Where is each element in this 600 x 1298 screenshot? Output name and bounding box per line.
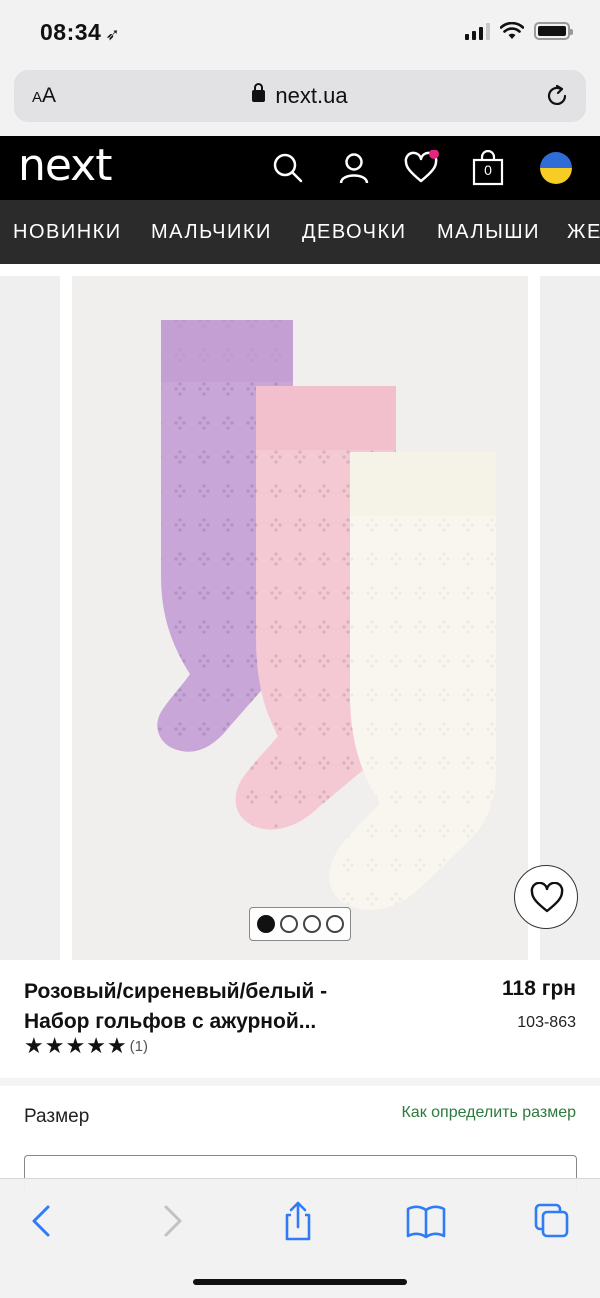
status-icons [465,22,573,40]
nav-item-women[interactable]: ЖЕ [567,221,600,244]
socks-photo [157,320,496,910]
previous-slide-peek[interactable] [0,276,60,960]
share-icon[interactable] [276,1199,320,1243]
search-icon[interactable] [270,150,306,186]
lock-icon [252,83,266,102]
size-section: Размер Как определить размер [0,1086,600,1166]
wishlist-heart-icon [404,149,439,183]
add-to-favourites-button[interactable] [514,865,578,929]
carousel-dot[interactable] [302,915,321,933]
product-image-carousel[interactable] [0,264,600,960]
clock-text: 08:34 [40,19,102,45]
product-image[interactable] [72,276,528,960]
forward-icon[interactable] [150,1199,194,1243]
tabs-icon[interactable] [530,1199,574,1243]
star-icon: ★ [106,1033,127,1058]
carousel-pagination [249,907,351,941]
nav-item-girls[interactable]: ДЕВОЧКИ [302,221,407,244]
product-rating[interactable]: ★ ★ ★ ★ ★ (1) [24,1035,148,1057]
url-text: next.ua [275,83,348,108]
product-title: Розовый/сиреневый/белый - Набор гольфов … [24,980,328,1033]
wishlist-button[interactable] [403,149,439,186]
status-time: 08:34 ➶ [40,19,120,46]
product-price: 118 грн [502,977,576,1000]
star-icon: ★ [86,1033,106,1058]
star-icon: ★ [24,1033,44,1058]
nav-item-baby[interactable]: МАЛЫШИ [437,221,540,244]
star-icon: ★ [44,1033,65,1058]
category-nav: НОВИНКИ МАЛЬЧИКИ ДЕВОЧКИ МАЛЫШИ ЖЕ [0,200,600,264]
wifi-icon [500,22,524,39]
back-icon[interactable] [20,1199,64,1243]
cellular-signal-icon [465,22,490,40]
address-bar[interactable]: AA next.ua [14,70,586,122]
carousel-dot[interactable] [279,915,298,933]
carousel-dot[interactable] [325,915,344,933]
carousel-dot[interactable] [256,915,275,933]
battery-icon [534,22,573,40]
home-indicator [193,1279,407,1285]
product-code: 103-863 [517,1014,576,1031]
product-info: Розовый/сиреневый/белый - Набор гольфов … [0,960,600,1078]
next-logo[interactable]: next [18,140,112,191]
nav-item-new[interactable]: НОВИНКИ [13,221,122,244]
rating-count: (1) [129,1037,149,1055]
site-header: next 0 [0,136,600,200]
status-bar: 08:34 ➶ [0,0,600,64]
ukraine-flag-icon[interactable] [538,150,574,186]
white-sock [329,452,496,910]
heart-icon [530,882,564,913]
location-arrow-icon: ➶ [105,25,121,44]
shopping-bag-button[interactable]: 0 [470,149,506,186]
bag-count: 0 [484,162,492,178]
size-label: Размер [24,1106,90,1127]
size-guide-link[interactable]: Как определить размер [401,1104,576,1122]
browser-chrome: 08:34 ➶ AA next.ua [0,0,600,136]
section-divider [0,1078,600,1086]
next-slide-peek[interactable] [540,276,600,960]
nav-item-boys[interactable]: МАЛЬЧИКИ [151,221,272,244]
account-icon[interactable] [336,150,372,186]
bookmarks-icon[interactable] [404,1199,448,1243]
reload-icon[interactable] [544,83,570,109]
star-icon: ★ [65,1033,86,1058]
url-display[interactable]: next.ua [14,83,586,109]
